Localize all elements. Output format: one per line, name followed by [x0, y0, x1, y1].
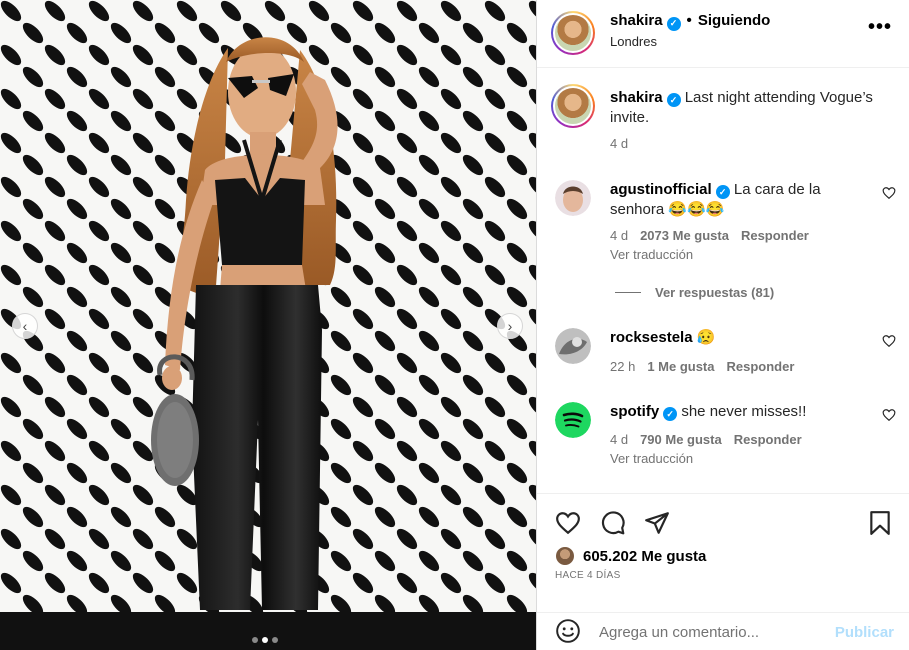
- chevron-left-icon: ‹: [22, 318, 28, 334]
- comment-body: spotify ✓ she never misses!!: [610, 402, 870, 422]
- verified-badge-icon: ✓: [715, 185, 730, 199]
- caption-avatar[interactable]: [551, 84, 595, 128]
- likes-row: 605.202 Me gusta: [555, 546, 706, 566]
- comment-text: she never misses!!: [681, 403, 807, 420]
- verified-badge-icon: ✓: [663, 407, 678, 421]
- comment-body: rocksestela 😥: [610, 328, 870, 348]
- caption-text-block: shakira ✓ Last night attending Vogue’s in…: [610, 88, 880, 128]
- comment-text: 😥: [696, 329, 716, 346]
- view-replies-label: Ver respuestas (81): [655, 285, 775, 300]
- reply-button[interactable]: Responder: [734, 432, 802, 447]
- comment-meta: 4 d 790 Me gusta Responder: [610, 432, 802, 447]
- comment-meta: 22 h 1 Me gusta Responder: [610, 359, 794, 374]
- post-actions: 605.202 Me gusta HACE 4 DÍAS: [537, 493, 909, 618]
- instagram-post-modal: ‹ › shakira ✓ • Siguiendo Londres ••• shaki…: [0, 0, 909, 650]
- comment-username[interactable]: spotify: [610, 403, 659, 420]
- post-photo[interactable]: ‹ ›: [0, 0, 536, 650]
- author-username[interactable]: shakira: [610, 12, 663, 29]
- heart-icon[interactable]: [882, 408, 896, 422]
- photo-illustration: [0, 0, 536, 650]
- caption-username[interactable]: shakira: [610, 89, 663, 106]
- likes-count[interactable]: 605.202 Me gusta: [583, 548, 706, 565]
- publish-button[interactable]: Publicar: [835, 624, 894, 641]
- spotify-avatar[interactable]: [555, 402, 591, 438]
- comment-input[interactable]: Agrega un comentario...: [599, 624, 759, 641]
- chevron-right-icon: ›: [507, 318, 513, 334]
- post-date: HACE 4 DÍAS: [555, 570, 621, 581]
- carousel-dot-active: [262, 637, 268, 643]
- comment-meta: 4 d 2073 Me gusta Responder: [610, 228, 809, 243]
- author-line: shakira ✓ • Siguiendo: [610, 12, 770, 31]
- verified-badge-icon: ✓: [666, 16, 681, 31]
- translate-link[interactable]: Ver traducción: [610, 247, 693, 262]
- replies-divider: [615, 292, 641, 293]
- comment-likes[interactable]: 2073 Me gusta: [640, 228, 729, 243]
- carousel-dots: [252, 637, 278, 643]
- translate-link[interactable]: Ver traducción: [610, 451, 693, 466]
- reply-button[interactable]: Responder: [727, 359, 795, 374]
- comment-username[interactable]: agustinofficial: [610, 181, 712, 198]
- carousel-dot: [272, 637, 278, 643]
- like-heart-icon[interactable]: [555, 510, 581, 536]
- comment-time: 4 d: [610, 228, 629, 243]
- following-button[interactable]: Siguiendo: [698, 12, 771, 29]
- carousel-next-button[interactable]: ›: [497, 313, 523, 339]
- liker-avatar[interactable]: [555, 546, 575, 566]
- emoji-icon[interactable]: [555, 618, 581, 644]
- share-icon[interactable]: [644, 510, 670, 536]
- post-side-panel: shakira ✓ • Siguiendo Londres ••• shakira ✓ …: [536, 0, 909, 650]
- separator-dot: •: [686, 12, 692, 29]
- comment-avatar[interactable]: [555, 180, 591, 216]
- view-replies-button[interactable]: Ver respuestas (81): [615, 285, 774, 300]
- caption-time: 4 d: [610, 136, 629, 151]
- bookmark-icon[interactable]: [867, 510, 893, 536]
- comment-time: 22 h: [610, 359, 636, 374]
- comment-likes[interactable]: 1 Me gusta: [647, 359, 714, 374]
- comment-time: 4 d: [610, 432, 629, 447]
- more-options-icon[interactable]: •••: [868, 16, 892, 39]
- heart-icon[interactable]: [882, 334, 896, 348]
- verified-badge-icon: ✓: [666, 93, 681, 107]
- author-avatar[interactable]: [551, 11, 595, 55]
- comment-avatar[interactable]: [555, 328, 591, 364]
- comment-icon[interactable]: [600, 510, 626, 536]
- comment-composer: Agrega un comentario... Publicar: [537, 612, 909, 650]
- heart-icon[interactable]: [882, 186, 896, 200]
- carousel-dot: [252, 637, 258, 643]
- reply-button[interactable]: Responder: [741, 228, 809, 243]
- location-link[interactable]: Londres: [610, 34, 657, 49]
- post-header: shakira ✓ • Siguiendo Londres •••: [537, 0, 909, 68]
- comment-body: agustinofficial ✓ La cara de la senhora 😂…: [610, 180, 870, 220]
- comment-username[interactable]: rocksestela: [610, 329, 693, 346]
- comment-likes[interactable]: 790 Me gusta: [640, 432, 722, 447]
- carousel-prev-button[interactable]: ‹: [12, 313, 38, 339]
